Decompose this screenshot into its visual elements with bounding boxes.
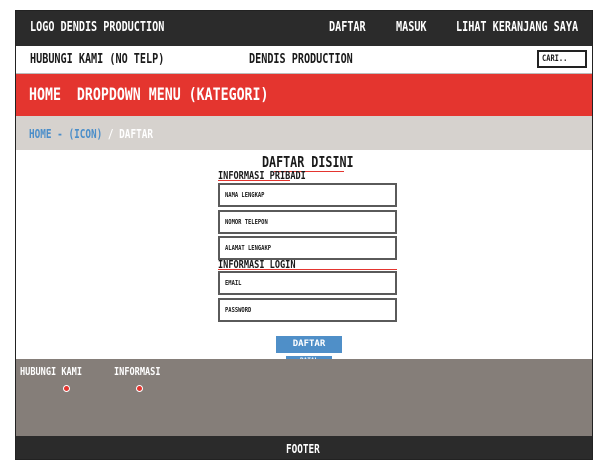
address-placeholder: ALAMAT LENGAKP — [225, 244, 272, 252]
footer-info-link[interactable]: INFORMASI — [114, 365, 160, 378]
password-field[interactable]: PASSWORD — [218, 298, 397, 322]
contact-phone-text: HUBUNGI KAMI (NO TELP) — [30, 52, 165, 67]
email-field[interactable]: EMAIL — [218, 271, 397, 295]
site-logo[interactable]: LOGO DENDIS PRODUCTION — [30, 20, 164, 35]
phone-field[interactable]: NOMOR TELEPON — [218, 210, 397, 234]
footer-text: FOOTER — [286, 442, 320, 456]
address-field[interactable]: ALAMAT LENGAKP — [218, 236, 397, 260]
breadcrumb-home-link[interactable]: HOME - (ICON) — [29, 127, 102, 141]
top-navbar: LOGO DENDIS PRODUCTION DAFTAR MASUK LIHA… — [16, 11, 592, 46]
section-personal-underline — [218, 180, 290, 181]
search-input[interactable]: CARI.. — [537, 50, 587, 68]
full-name-field[interactable]: NAMA LENGKAP — [218, 183, 397, 207]
search-placeholder: CARI.. — [542, 54, 568, 64]
register-button[interactable]: DAFTAR — [276, 336, 342, 353]
nav-login-link[interactable]: MASUK — [396, 20, 427, 35]
phone-placeholder: NOMOR TELEPON — [225, 218, 268, 226]
full-name-placeholder: NAMA LENGKAP — [225, 191, 265, 199]
section-login-underline — [218, 269, 397, 270]
footer-links-section: HUBUNGI KAMI INFORMASI — [16, 359, 592, 436]
breadcrumb-separator: / — [102, 127, 120, 141]
breadcrumb-current: DAFTAR — [119, 127, 153, 141]
brand-name: DENDIS PRODUCTION — [249, 52, 353, 67]
category-menu-bar: HOME DROPDOWN MENU (KATEGORI) — [16, 74, 592, 116]
page-footer: FOOTER — [16, 436, 592, 459]
category-dropdown-menu[interactable]: HOME DROPDOWN MENU (KATEGORI) — [29, 85, 268, 105]
contact-bullet-icon — [63, 385, 70, 392]
info-bullet-icon — [136, 385, 143, 392]
footer-contact-link[interactable]: HUBUNGI KAMI — [20, 365, 82, 378]
breadcrumb-trail: HOME - (ICON) / DAFTAR — [29, 127, 153, 141]
breadcrumb: HOME - (ICON) / DAFTAR — [16, 116, 592, 150]
nav-register-link[interactable]: DAFTAR — [329, 20, 366, 35]
page-frame: LOGO DENDIS PRODUCTION DAFTAR MASUK LIHA… — [15, 10, 593, 460]
secondary-header: HUBUNGI KAMI (NO TELP) DENDIS PRODUCTION… — [16, 46, 592, 74]
nav-cart-link[interactable]: LIHAT KERANJANG SAYA — [456, 20, 578, 35]
password-placeholder: PASSWORD — [225, 306, 252, 314]
registration-form: DAFTAR DISINI INFORMASI PRIBADI NAMA LEN… — [16, 150, 592, 365]
email-placeholder: EMAIL — [225, 279, 242, 287]
